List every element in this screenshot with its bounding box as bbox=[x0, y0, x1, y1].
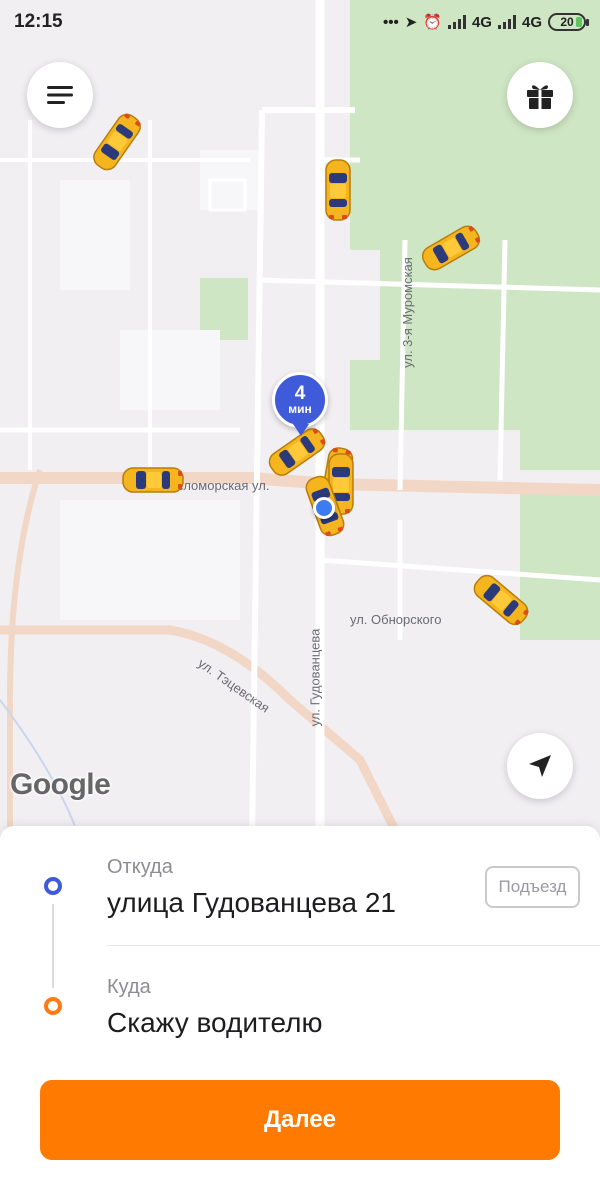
alarm-icon: ⏰ bbox=[423, 14, 442, 31]
network-label-1: 4G bbox=[471, 13, 492, 31]
eta-pin[interactable]: 4 мин bbox=[272, 372, 328, 428]
google-logo: Google bbox=[10, 768, 111, 801]
signal-icon bbox=[447, 15, 466, 29]
gift-icon bbox=[527, 85, 553, 109]
street-label-obnorskogo: ул. Обнорского bbox=[350, 612, 442, 627]
signal-icon bbox=[497, 15, 516, 29]
route-connector bbox=[52, 904, 54, 988]
gift-button[interactable] bbox=[507, 62, 573, 128]
to-label: Куда bbox=[107, 976, 151, 998]
map-view[interactable]: Беломорская ул. ул. 3-я Муромская ул. Об… bbox=[0, 0, 600, 840]
network-label-2: 4G bbox=[521, 13, 542, 31]
from-point-icon bbox=[44, 877, 62, 895]
eta-pin-unit: мин bbox=[288, 401, 312, 416]
status-bar: 12:15 ••• ➤ ⏰ 4G 4G 20 bbox=[0, 0, 600, 44]
locate-button[interactable] bbox=[507, 733, 573, 799]
my-location-dot bbox=[313, 497, 335, 519]
route-divider bbox=[107, 945, 600, 946]
street-label-muromskaya: ул. 3-я Муромская bbox=[399, 257, 415, 368]
battery-level: 20 bbox=[560, 15, 574, 29]
location-arrow-icon: ➤ bbox=[404, 14, 418, 31]
taxi-car-icon bbox=[324, 159, 352, 221]
entrance-button[interactable]: Подъезд bbox=[485, 866, 580, 908]
menu-icon bbox=[47, 86, 73, 104]
more-dots-icon: ••• bbox=[382, 13, 399, 31]
to-address[interactable]: Скажу водителю bbox=[107, 1007, 322, 1039]
battery-icon: 20 bbox=[548, 13, 589, 31]
status-icons: ••• ➤ ⏰ 4G 4G 20 bbox=[382, 13, 589, 31]
next-button[interactable]: Далее bbox=[40, 1080, 560, 1160]
eta-pin-tail bbox=[293, 424, 309, 436]
menu-button[interactable] bbox=[27, 62, 93, 128]
navigation-arrow-icon bbox=[529, 755, 551, 777]
street-label-gudovantseva: ул. Гудованцева bbox=[307, 628, 323, 727]
to-point-icon bbox=[44, 997, 62, 1015]
status-time: 12:15 bbox=[14, 11, 63, 32]
from-label: Откуда bbox=[107, 856, 173, 878]
taxi-car-icon bbox=[122, 466, 184, 494]
eta-pin-number: 4 bbox=[294, 382, 306, 404]
from-address[interactable]: улица Гудованцева 21 bbox=[107, 887, 396, 919]
